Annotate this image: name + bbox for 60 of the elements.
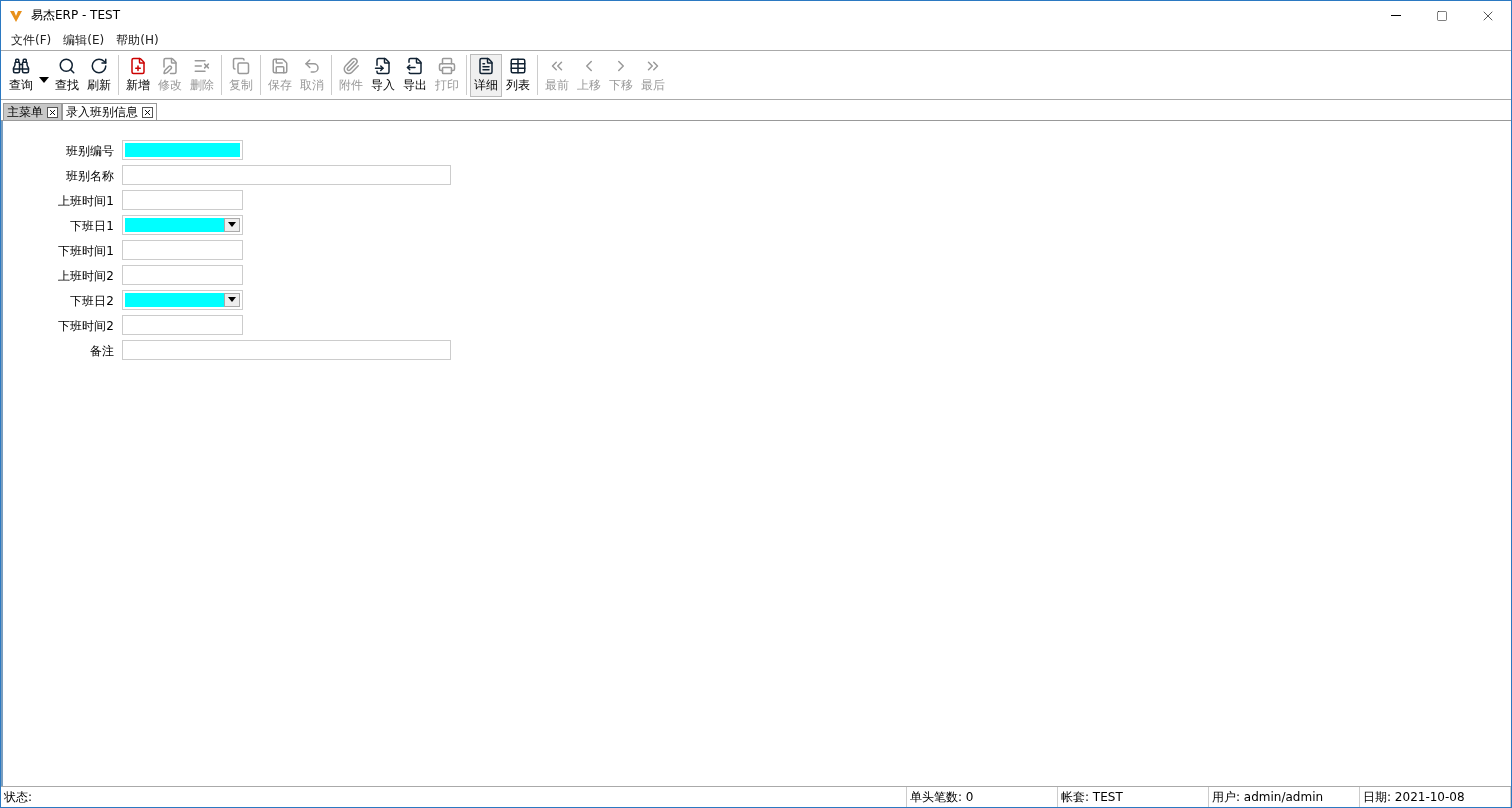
dropdown-caret-icon[interactable] [224,292,240,307]
toolbar-button[interactable]: 列表 [502,53,534,97]
input-field[interactable] [122,264,243,285]
window-title: 易杰ERP - TEST [31,7,121,24]
input-field[interactable] [122,239,243,260]
tab[interactable]: 录入班别信息 [62,103,157,120]
field-label: 上班时间1 [57,193,114,210]
refresh-icon [90,56,108,75]
tab-label: 主菜单 [7,103,43,121]
close-icon [48,107,57,117]
maximize-icon [1436,9,1448,22]
save-icon [271,56,289,75]
file-plus-icon [129,56,147,75]
field-label: 下班日1 [69,218,114,235]
field-label: 上班时间2 [57,268,114,285]
toolbar-button[interactable]: 刷新 [83,53,115,97]
tab-close-button[interactable] [47,106,58,118]
document-icon [477,56,495,75]
input-field[interactable] [122,189,243,210]
input-field[interactable] [122,339,451,360]
paperclip-icon [342,56,360,75]
undo-icon [303,56,321,75]
file-edit-icon [161,56,179,75]
copy-icon [232,56,250,75]
toolbar-button[interactable]: 新增 [122,53,154,97]
tab-close-button[interactable] [142,106,153,118]
status-text: 状态: [1,787,907,807]
minimize-icon [1391,15,1401,16]
field-label: 班别编号 [65,143,114,160]
search-icon [58,56,76,75]
tab[interactable]: 主菜单 [3,103,62,120]
status-text: 单头笔数: 0 [907,787,1058,807]
status-text: 帐套: TEST [1058,787,1209,807]
printer-icon [438,56,456,75]
tab-label: 录入班别信息 [66,103,138,121]
field-label: 备注 [89,343,114,360]
toolbar-button[interactable]: 导出 [399,53,431,97]
field-label: 下班时间2 [57,318,114,335]
close-icon [143,107,152,117]
toolbar-button[interactable]: 查询 [5,53,37,97]
field-label: 下班时间1 [57,243,114,260]
app-logo-icon [9,8,23,23]
table-icon [509,56,527,75]
input-field[interactable] [122,164,451,185]
field-label: 班别名称 [65,168,114,185]
toolbar-button[interactable]: 详细 [470,53,502,97]
input-field[interactable] [122,139,243,160]
file-output-icon [406,56,424,75]
input-field[interactable] [122,314,243,335]
status-text: 用户: admin/admin [1209,787,1360,807]
status-text: 日期: 2021-10-08 [1360,787,1511,807]
menu-item[interactable]: 文件(F) [5,31,58,49]
menu-item[interactable]: 编辑(E) [57,31,111,49]
binoculars-icon [12,56,30,75]
toolbar-button[interactable]: 查找 [51,53,83,97]
toolbar-button[interactable]: 导入 [367,53,399,97]
file-input-icon [374,56,392,75]
menu-item[interactable]: 帮助(H) [110,31,165,49]
field-label: 下班日2 [69,293,114,310]
dropdown-caret-icon[interactable] [224,217,240,232]
